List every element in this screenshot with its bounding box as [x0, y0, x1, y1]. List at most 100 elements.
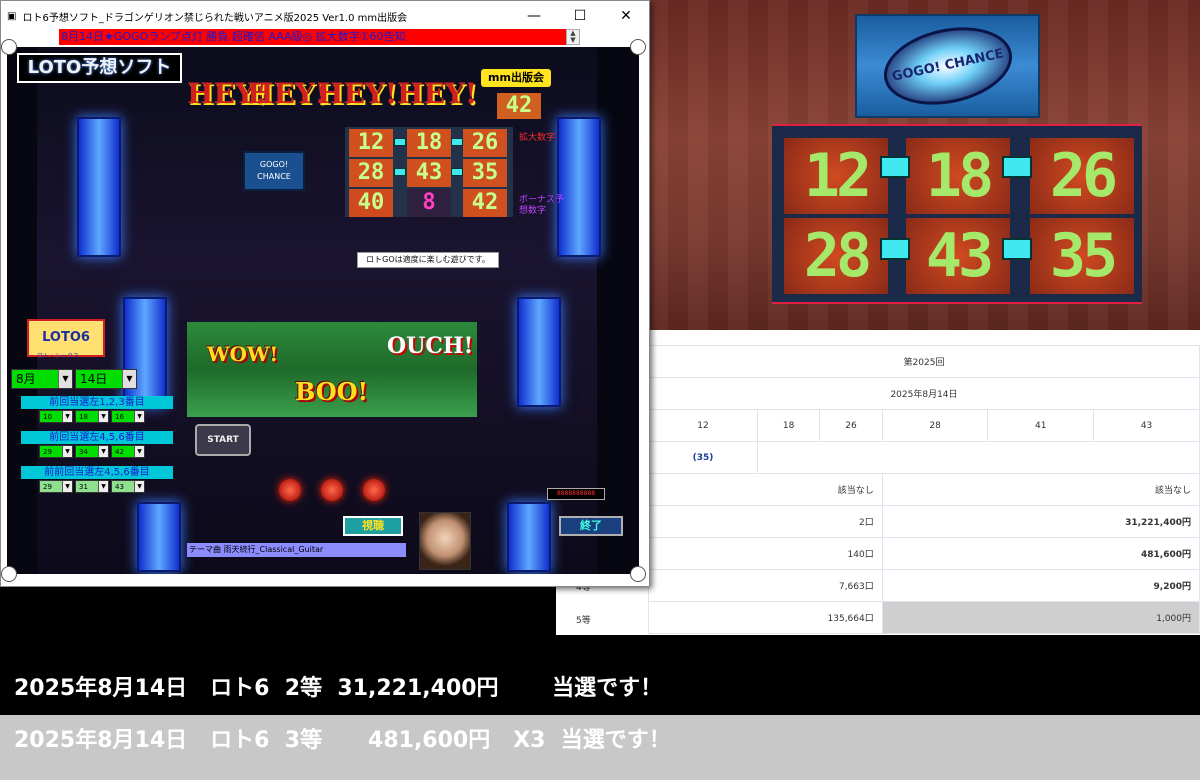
big-number: 28 — [784, 218, 888, 294]
group-label: 前回当選左4,5,6番目 — [21, 431, 173, 444]
number-select[interactable]: 10 ▼ — [39, 410, 73, 423]
big-number-panel: 12 18 26 28 43 35 — [772, 124, 1142, 304]
hey-text: HEY! — [247, 77, 328, 110]
end-button[interactable]: 終了 — [559, 516, 623, 536]
gogo-chance-banner: GOGO! CHANCE — [855, 14, 1040, 118]
results-table: 回別 4等 5等 第2025回 2025年8月14日 12 18 26 28 4… — [556, 330, 1200, 635]
avatar — [419, 512, 471, 570]
hey-text: HEY! — [397, 77, 478, 110]
number-select[interactable]: 43 ▼ — [111, 480, 145, 493]
win-banner-3rd: 2025年8月14日 ロト6 3等 481,600円 X3 当選です！ — [0, 715, 1200, 780]
prediction-number: 42 — [463, 189, 507, 217]
number-select[interactable]: 18 ▼ — [75, 410, 109, 423]
light-pillar — [517, 297, 561, 407]
prize-amount: 9,200円 — [881, 569, 1200, 602]
prize-amount: 481,600円 — [881, 537, 1200, 570]
prize-amount: 31,221,400円 — [881, 505, 1200, 538]
day-select[interactable]: 14日 ▼ — [75, 369, 137, 389]
hey-text: HEY! — [317, 77, 398, 110]
prediction-number: 8 — [407, 189, 451, 217]
separator — [1002, 156, 1032, 178]
resize-handle[interactable] — [1, 39, 17, 55]
prediction-grid: 12 18 26 28 43 35 40 8 42 — [345, 127, 513, 217]
main-number: 26 — [819, 409, 883, 442]
app-icon: ▣ — [7, 10, 17, 22]
light-pillar — [77, 117, 121, 257]
winner-count: 該当なし — [648, 473, 883, 506]
lamp — [279, 479, 301, 501]
prize-amount: 該当なし — [881, 473, 1200, 506]
resize-handle[interactable] — [630, 566, 646, 582]
side-label: ボーナス予想数字 — [519, 195, 565, 216]
ticker-scroll[interactable]: ▲ ▼ — [566, 29, 580, 45]
big-number: 43 — [906, 218, 1010, 294]
separator — [394, 168, 406, 176]
number-select[interactable]: 42 ▼ — [111, 445, 145, 458]
winner-count: 140口 — [648, 537, 883, 570]
group-label: 前前回当選左4,5,6番目 — [21, 466, 173, 479]
separator — [880, 238, 910, 260]
month-select[interactable]: 8月 ▼ — [11, 369, 73, 389]
maximize-icon[interactable]: ☐ — [557, 1, 603, 31]
big-number: 18 — [906, 138, 1010, 214]
chevron-down-icon: ▼ — [122, 370, 136, 388]
big-number: 26 — [1030, 138, 1134, 214]
app-logo: LOTO予想ソフト — [17, 53, 182, 83]
draw-number: 第2025回 — [648, 345, 1200, 378]
start-button[interactable]: START — [195, 424, 251, 456]
publisher-badge: mm出版会 — [481, 69, 551, 87]
app-window: ▣ ロト6予想ソフト_ドラゴンゲリオン禁じられた戦いアニメ版2025 Ver1.… — [0, 0, 650, 587]
machine-stage: LOTO予想ソフト HEY! HEY! HEY! HEY! mm出版会 42 1… — [7, 47, 639, 574]
empty-cell — [757, 441, 1200, 474]
group-label: 前回当選左1,2,3番目 — [21, 396, 173, 409]
light-pillar — [507, 502, 551, 572]
comic-boo: BOO! — [295, 377, 369, 406]
separator — [451, 138, 463, 146]
prediction-number: 26 — [463, 129, 507, 157]
row-label: 5等 — [576, 616, 591, 626]
counter-display: 8888888888 — [547, 488, 605, 500]
number-select[interactable]: 16 ▼ — [111, 410, 145, 423]
close-icon[interactable]: ✕ — [603, 1, 649, 31]
resize-handle[interactable] — [1, 566, 17, 582]
bonus-number: (35) — [648, 441, 758, 474]
loto6-subtitle: ロト・シックス — [37, 353, 79, 360]
separator — [880, 156, 910, 178]
prediction-number: 18 — [407, 129, 451, 157]
winner-count: 7,663口 — [648, 569, 883, 602]
win-banner-2nd: 2025年8月14日 ロト6 2等 31,221,400円 当選です！ — [0, 663, 1200, 715]
winner-count: 2口 — [648, 505, 883, 538]
lamp — [321, 479, 343, 501]
winner-count: 135,664口 — [648, 601, 883, 634]
side-label: 拡大数字 — [519, 133, 556, 143]
top-number: 42 — [497, 93, 541, 119]
number-select[interactable]: 29 ▼ — [39, 480, 73, 493]
number-select[interactable]: 34 ▼ — [75, 445, 109, 458]
title-bar[interactable]: ▣ ロト6予想ソフト_ドラゴンゲリオン禁じられた戦いアニメ版2025 Ver1.… — [1, 1, 649, 31]
number-select[interactable]: 29 ▼ — [39, 445, 73, 458]
main-number: 18 — [756, 409, 821, 442]
prediction-number: 28 — [349, 159, 393, 187]
number-select[interactable]: 31 ▼ — [75, 480, 109, 493]
prediction-number: 35 — [463, 159, 507, 187]
separator — [451, 168, 463, 176]
big-number: 12 — [784, 138, 888, 214]
prize-amount: 1,000円 — [881, 601, 1200, 634]
minimize-icon[interactable]: — — [511, 1, 557, 31]
light-pillar — [123, 297, 167, 407]
view-button[interactable]: 視聴 — [343, 516, 403, 536]
comic-ouch: OUCH! — [387, 333, 474, 359]
light-pillar — [137, 502, 181, 572]
comic-wow: WOW! — [207, 342, 279, 366]
prediction-number: 40 — [349, 189, 393, 217]
main-number: 43 — [1093, 409, 1200, 442]
prediction-number: 43 — [407, 159, 451, 187]
big-number: 35 — [1030, 218, 1134, 294]
gogo-chance-label: GOGO! CHANCE — [876, 16, 1019, 116]
prediction-number: 12 — [349, 129, 393, 157]
resize-handle[interactable] — [630, 39, 646, 55]
main-number: 41 — [987, 409, 1095, 442]
chevron-down-icon: ▼ — [58, 370, 72, 388]
separator — [394, 138, 406, 146]
ticker-text: 8月14日★GOGOランプ点灯 勝負 超確信 AAA級◎ 拡大数字①60告知 — [59, 29, 575, 45]
